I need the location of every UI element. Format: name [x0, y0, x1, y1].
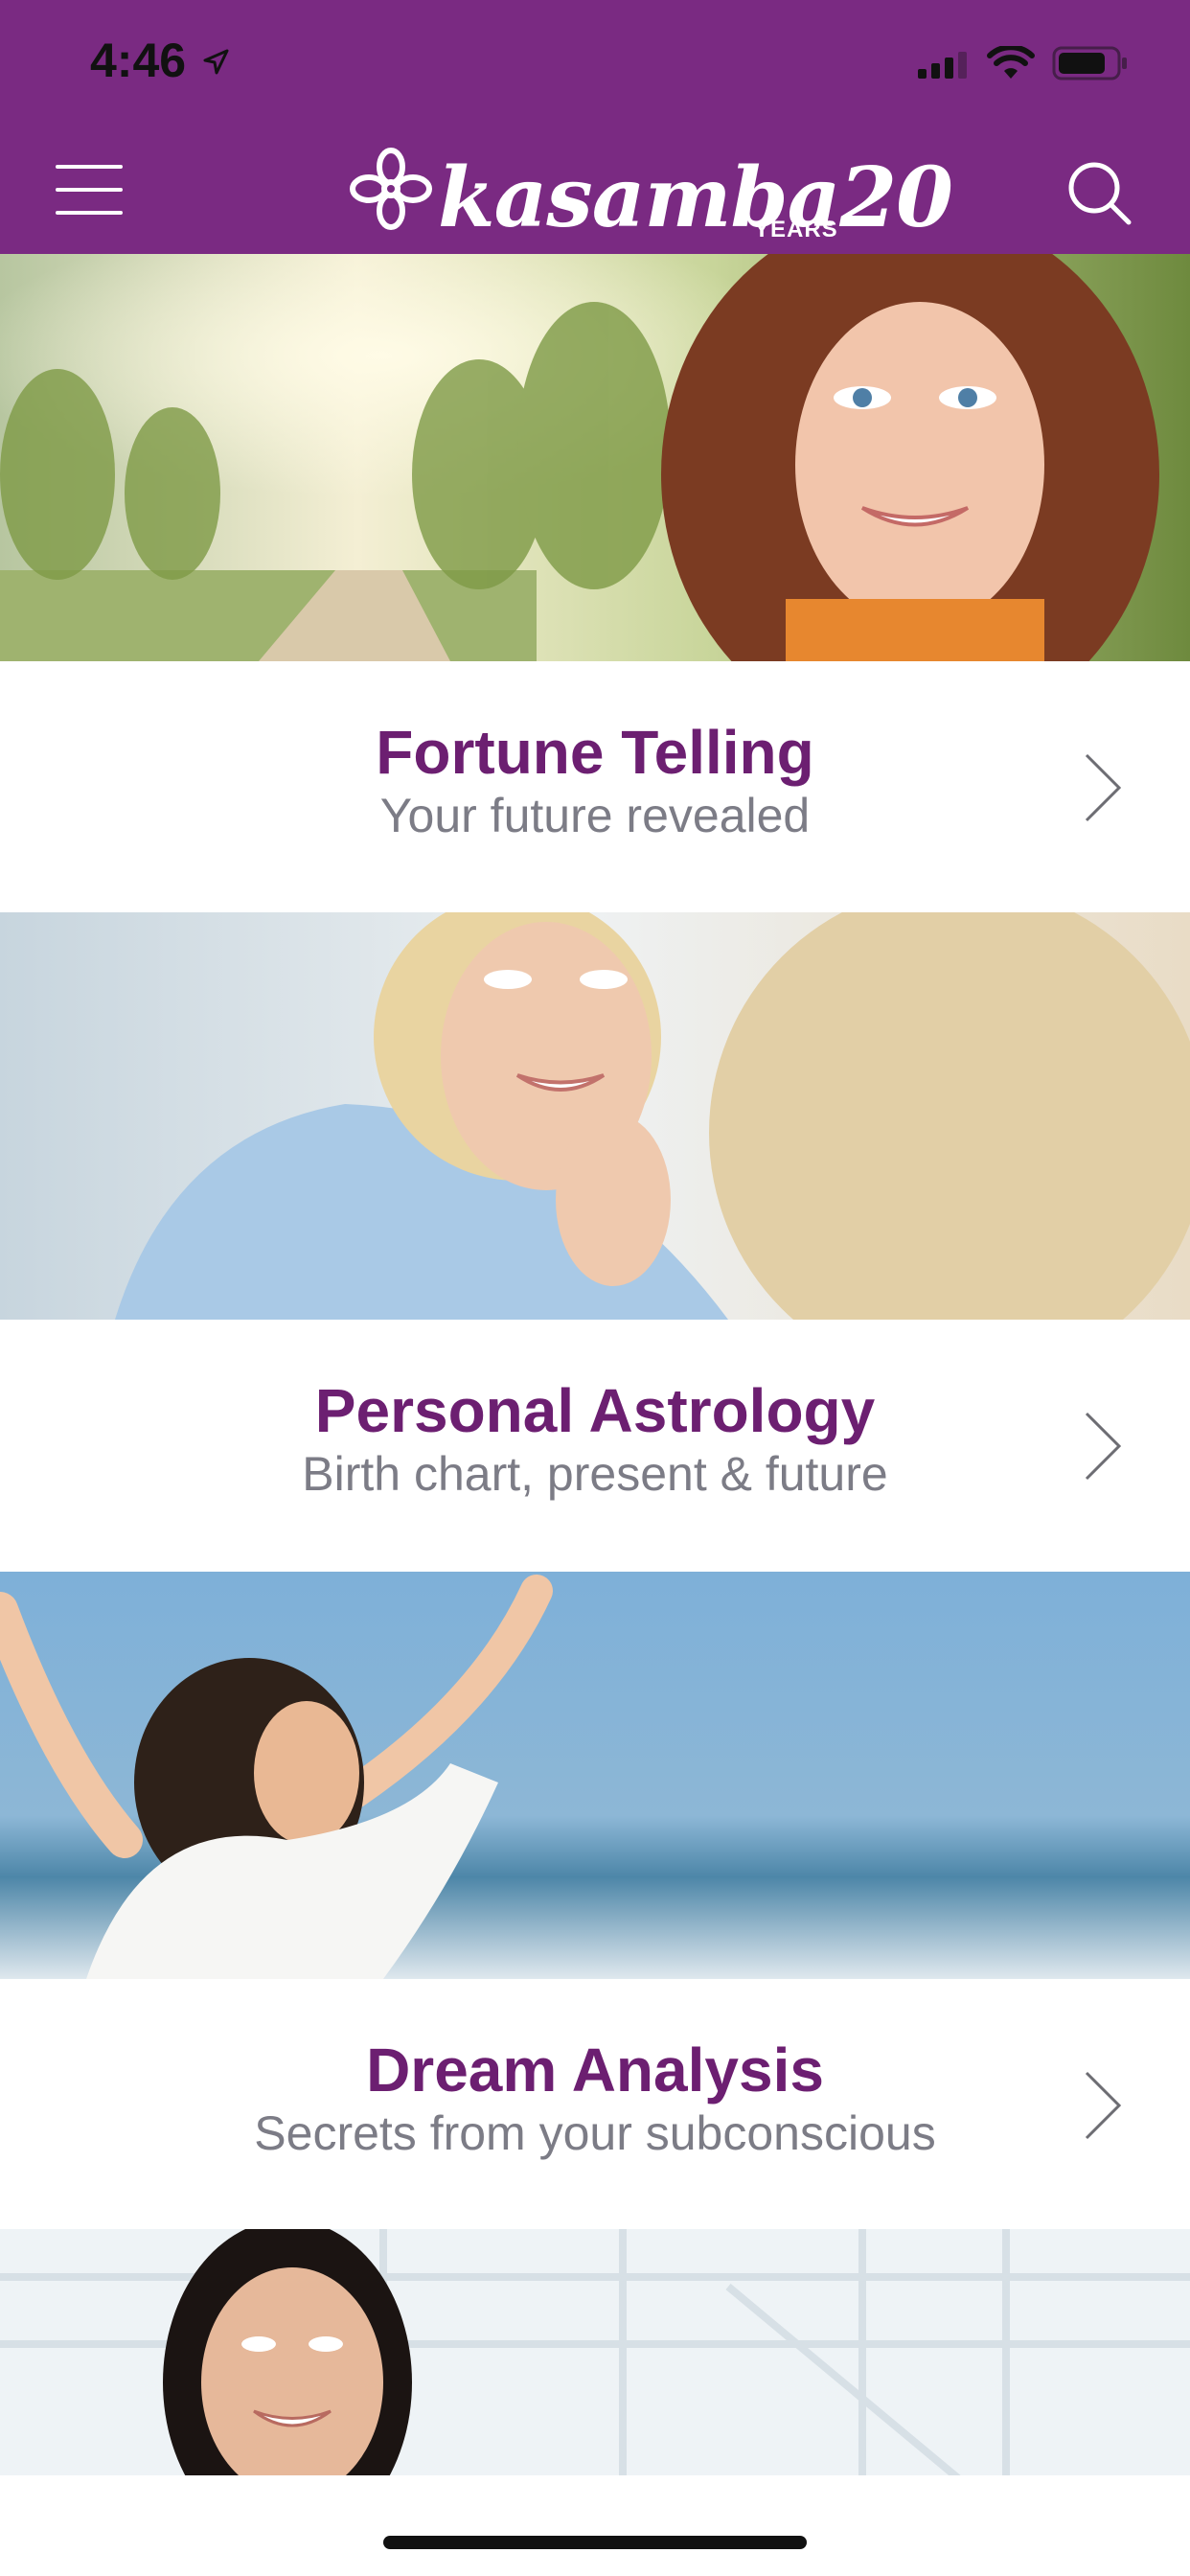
category-title: Dream Analysis	[366, 2036, 824, 2104]
chevron-right-icon	[1085, 1412, 1122, 1481]
fortune-telling-photo	[0, 254, 1190, 661]
menu-line-icon	[56, 188, 123, 192]
category-text: Fortune Telling Your future revealed	[0, 661, 1190, 910]
menu-button[interactable]	[56, 165, 126, 218]
location-arrow-icon	[203, 49, 229, 75]
nav-bar: kasamba20 YEARS	[0, 125, 1190, 254]
flower-logo-icon	[350, 148, 432, 230]
home-indicator[interactable]	[383, 2536, 807, 2549]
brand-wordmark: kasamba20	[438, 150, 953, 246]
chevron-right-icon	[1085, 2071, 1122, 2140]
dream-analysis-photo	[0, 1572, 1190, 1979]
menu-line-icon	[56, 211, 123, 215]
category-subtitle: Secrets from your subconscious	[254, 2106, 936, 2160]
category-subtitle: Your future revealed	[379, 789, 811, 842]
wifi-icon	[987, 46, 1035, 79]
category-text: Personal Astrology Birth chart, present …	[0, 1320, 1190, 1569]
bottom-safe-area	[0, 2475, 1190, 2576]
brand-years: YEARS	[754, 217, 838, 242]
personal-astrology-photo	[0, 912, 1190, 1320]
search-icon[interactable]	[1065, 159, 1133, 226]
category-title: Personal Astrology	[314, 1376, 876, 1445]
category-photo-partial	[0, 2229, 1190, 2478]
chevron-right-icon	[1085, 753, 1122, 822]
battery-icon	[1052, 46, 1127, 80]
menu-line-icon	[56, 165, 123, 169]
category-subtitle: Birth chart, present & future	[302, 1447, 888, 1501]
status-bar: 4:46	[0, 0, 1190, 125]
app-header: 4:46 kasamba20 YEARS	[0, 0, 1190, 254]
category-text: Dream Analysis Secrets from your subcons…	[0, 1979, 1190, 2228]
category-title: Fortune Telling	[376, 718, 814, 787]
kasamba-logo[interactable]: kasamba20 YEARS	[350, 144, 953, 249]
status-time: 4:46	[90, 34, 187, 87]
cellular-signal-icon	[918, 52, 967, 79]
